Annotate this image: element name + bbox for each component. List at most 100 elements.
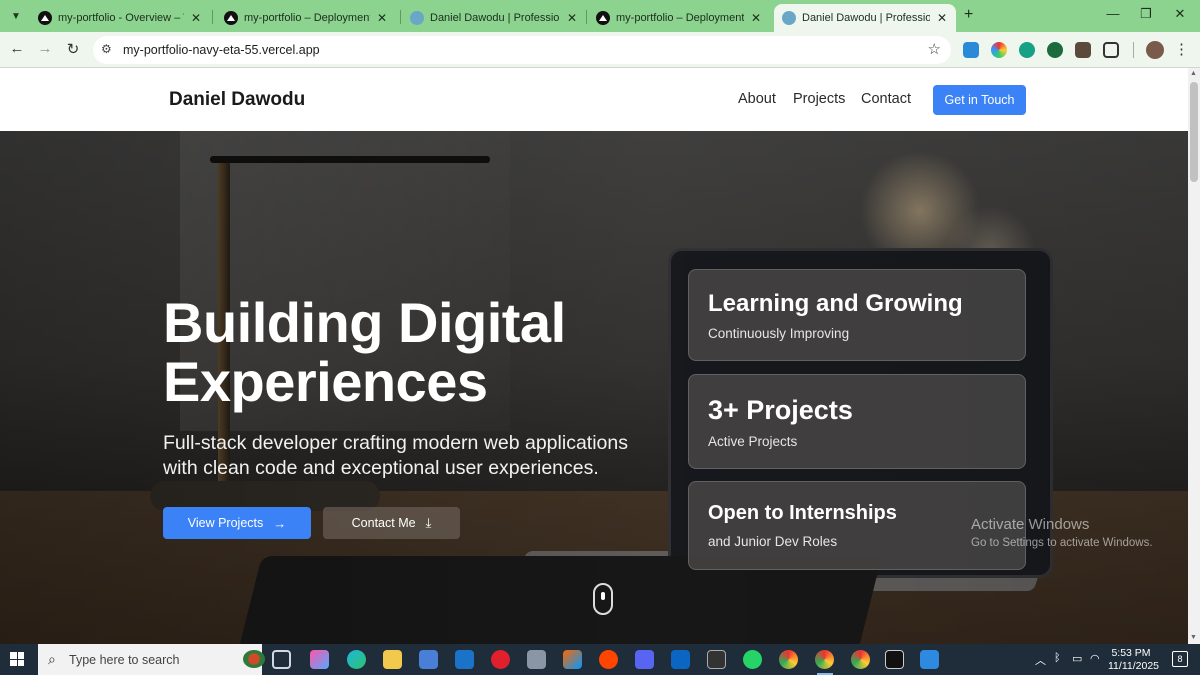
page-viewport: Daniel Dawodu About Projects Contact Get…	[0, 68, 1188, 644]
new-tab-button[interactable]: +	[964, 6, 973, 24]
profile-avatar[interactable]	[1146, 41, 1164, 59]
copilot-icon[interactable]	[310, 650, 329, 669]
forward-icon[interactable]: →	[35, 40, 55, 57]
contact-me-label: Contact Me	[351, 516, 416, 530]
view-projects-button[interactable]: View Projects →	[163, 507, 311, 539]
hero-section: Building Digital Experiences Full-stack …	[0, 131, 1188, 644]
camera-icon[interactable]	[527, 650, 546, 669]
close-icon[interactable]: ✕	[564, 11, 580, 25]
tab-separator	[400, 10, 401, 24]
view-projects-label: View Projects	[187, 516, 264, 530]
globe-icon	[782, 11, 796, 25]
linkedin-icon[interactable]	[671, 650, 690, 669]
tab-separator	[586, 10, 587, 24]
globe-icon	[410, 11, 424, 25]
arrow-right-icon: →	[273, 515, 287, 531]
vscode-icon[interactable]	[920, 650, 939, 669]
close-window-icon[interactable]: ✕	[1165, 6, 1195, 22]
bookmark-star-icon[interactable]: ☆	[928, 40, 941, 58]
tab-portfolio-active[interactable]: Daniel Dawodu | Professional Web Develop…	[774, 4, 956, 32]
activate-windows-watermark: Activate Windows Go to Settings to activ…	[971, 516, 1153, 549]
outlook-icon[interactable]	[455, 650, 474, 669]
restore-icon[interactable]: ❐	[1131, 6, 1161, 22]
whatsapp-icon[interactable]	[743, 650, 762, 669]
vercel-icon	[596, 11, 610, 25]
scroll-up-icon[interactable]: ▲	[1190, 70, 1197, 77]
opera-icon[interactable]	[491, 650, 510, 669]
nav-link-contact[interactable]: Contact	[861, 91, 911, 107]
edge-icon[interactable]	[347, 650, 366, 669]
tab-vercel-overview[interactable]: my-portfolio - Overview – Vercel ✕	[30, 4, 210, 32]
close-icon[interactable]: ✕	[374, 11, 390, 25]
file-explorer-icon[interactable]	[383, 650, 402, 669]
color-extension-icon[interactable]	[991, 42, 1007, 58]
clock-date: 11/11/2025	[1108, 660, 1159, 672]
more-menu-icon[interactable]: ⋮	[1174, 40, 1189, 58]
scroll-down-icon[interactable]: ▼	[1190, 634, 1197, 641]
taskbar-search[interactable]: ⌕ Type here to search	[38, 644, 265, 675]
site-info-icon[interactable]: ⚙	[101, 42, 112, 56]
chrome-active-icon[interactable]	[815, 650, 834, 669]
activate-windows-subtitle: Go to Settings to activate Windows.	[971, 537, 1153, 549]
close-icon[interactable]: ✕	[934, 11, 950, 25]
chrome-icon[interactable]	[851, 650, 870, 669]
back-icon[interactable]: ←	[7, 40, 27, 57]
grammarly-icon[interactable]	[1019, 42, 1035, 58]
extension-icon[interactable]	[1075, 42, 1091, 58]
nav-link-projects[interactable]: Projects	[793, 91, 845, 107]
battery-icon[interactable]: ▭	[1072, 652, 1082, 665]
vercel-icon	[38, 11, 52, 25]
tab-deployment-overview-1[interactable]: my-portfolio – Deployment Overview ✕	[216, 4, 396, 32]
terminal-icon[interactable]	[885, 650, 904, 669]
chrome-profile-icon[interactable]	[779, 650, 798, 669]
extensions-puzzle-icon[interactable]	[1103, 42, 1119, 58]
taskbar-clock[interactable]: 5:53 PM 11/11/2025	[1108, 647, 1159, 673]
browser-tabstrip: ▼ my-portfolio - Overview – Vercel ✕ my-…	[0, 0, 1200, 32]
task-view-icon[interactable]	[272, 650, 291, 669]
scrollbar-thumb[interactable]	[1190, 82, 1198, 182]
reddit-icon[interactable]	[599, 650, 618, 669]
wifi-icon[interactable]: ◠	[1090, 652, 1100, 665]
browser-toolbar: ← → ↻ ⚙ my-portfolio-navy-eta-55.vercel.…	[0, 32, 1200, 68]
site-navbar: Daniel Dawodu About Projects Contact Get…	[0, 68, 1188, 131]
close-icon[interactable]: ✕	[748, 11, 764, 25]
stat-subtitle: Active Projects	[708, 434, 798, 449]
show-hidden-icons[interactable]: ︿	[1035, 652, 1046, 668]
contact-me-button[interactable]: Contact Me ⤓	[323, 507, 460, 539]
vercel-icon	[224, 11, 238, 25]
stat-title: Open to Internships	[708, 502, 897, 524]
windows-start-icon[interactable]	[10, 652, 24, 666]
minimize-icon[interactable]: —	[1098, 6, 1128, 21]
tab-deployment-overview-2[interactable]: my-portfolio – Deployment Overview ✕	[588, 4, 770, 32]
search-icon: ⌕	[48, 651, 56, 667]
url-text[interactable]: my-portfolio-navy-eta-55.vercel.app	[123, 43, 320, 57]
stat-card-learning: Learning and Growing Continuously Improv…	[688, 269, 1026, 361]
page-scrollbar[interactable]: ▲ ▼	[1188, 68, 1200, 644]
bluetooth-icon[interactable]: ᛒ	[1054, 652, 1061, 664]
photos-icon[interactable]	[563, 650, 582, 669]
scroll-down-mouse-icon[interactable]	[593, 583, 613, 615]
toolbar-divider	[1133, 42, 1134, 58]
brand-logo[interactable]: Daniel Dawodu	[169, 89, 305, 111]
search-extension-icon[interactable]	[1047, 42, 1063, 58]
tab-separator	[212, 10, 213, 24]
reload-icon[interactable]: ↻	[63, 40, 83, 58]
close-icon[interactable]: ✕	[188, 11, 204, 25]
hero-subtitle: Full-stack developer crafting modern web…	[163, 432, 628, 479]
hero-title: Building Digital Experiences	[163, 293, 663, 411]
microsoft-store-icon[interactable]	[419, 650, 438, 669]
stat-card-projects: 3+ Projects Active Projects	[688, 374, 1026, 469]
get-in-touch-button[interactable]: Get in Touch	[933, 85, 1026, 115]
discord-icon[interactable]	[635, 650, 654, 669]
search-highlight-icon	[243, 650, 265, 668]
notification-center-icon[interactable]: 8	[1172, 651, 1188, 667]
word-icon[interactable]	[707, 650, 726, 669]
nav-link-about[interactable]: About	[738, 91, 776, 107]
tab-portfolio-1[interactable]: Daniel Dawodu | Professional Web Develop…	[402, 4, 586, 32]
clock-time: 5:53 PM	[1111, 647, 1151, 659]
tab-search-icon[interactable]: ▼	[6, 6, 26, 26]
address-bar[interactable]: ⚙ my-portfolio-navy-eta-55.vercel.app ☆	[93, 36, 951, 64]
download-extension-icon[interactable]	[963, 42, 979, 58]
stat-subtitle: and Junior Dev Roles	[708, 534, 838, 549]
taskbar-search-placeholder: Type here to search	[69, 653, 180, 667]
